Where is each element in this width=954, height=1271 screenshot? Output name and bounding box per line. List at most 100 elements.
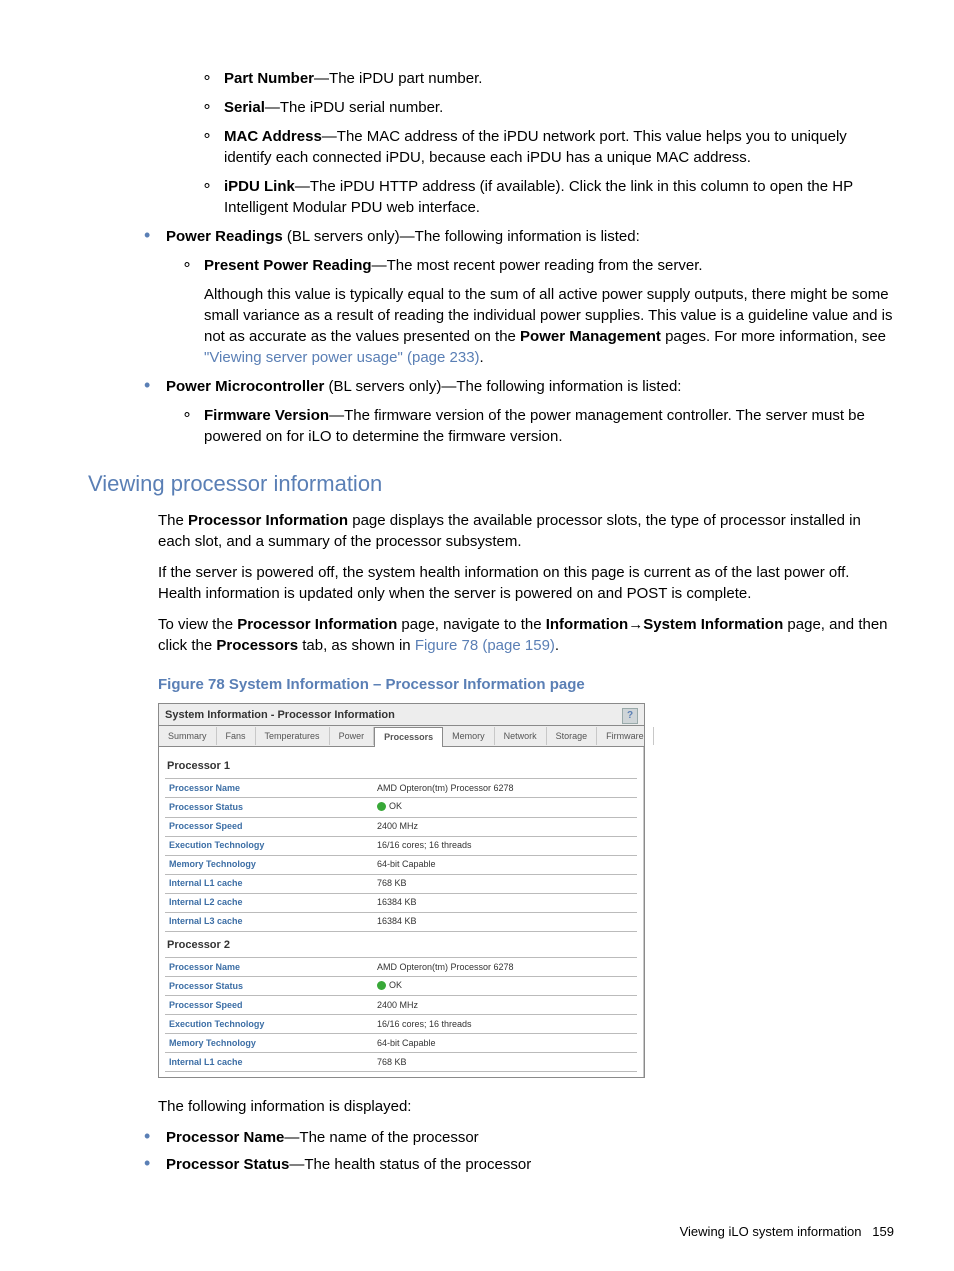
tab-temperatures[interactable]: Temperatures	[256, 727, 330, 746]
desc: —The name of the processor	[284, 1129, 478, 1146]
table-row: Processor Speed2400 MHz	[165, 817, 637, 836]
table-row: Internal L1 cache768 KB	[165, 874, 637, 893]
desc: —The iPDU part number.	[314, 70, 482, 87]
row-label: Internal L3 cache	[165, 912, 373, 931]
row-value: 64-bit Capable	[373, 1034, 637, 1053]
term: Serial	[224, 99, 265, 116]
tab-memory[interactable]: Memory	[443, 727, 495, 746]
term: Part Number	[224, 70, 314, 87]
para-mid: pages. For more information, see	[661, 328, 886, 345]
row-label: Internal L1 cache	[165, 874, 373, 893]
term: Processor Status	[166, 1156, 289, 1173]
desc: —The iPDU HTTP address (if available). C…	[224, 178, 853, 216]
row-label: Internal L2 cache	[165, 893, 373, 912]
row-label: Internal L1 cache	[165, 1053, 373, 1072]
section-heading: Viewing processor information	[88, 469, 894, 500]
bullet-ipdu-link: iPDU Link—The iPDU HTTP address (if avai…	[224, 176, 894, 218]
row-value: 2400 MHz	[373, 817, 637, 836]
figure-screenshot: System Information - Processor Informati…	[158, 703, 645, 1078]
desc: —The iPDU serial number.	[265, 99, 443, 116]
term: Processor Name	[166, 1129, 284, 1146]
paragraph-1: The Processor Information page displays …	[158, 510, 894, 552]
bullet-power-microcontroller: Power Microcontroller (BL servers only)—…	[166, 376, 894, 447]
row-label: Processor Status	[165, 798, 373, 817]
table-row: Internal L2 cache16384 KB	[165, 893, 637, 912]
desc: —The health status of the processor	[289, 1156, 531, 1173]
bullet-part-number: Part Number—The iPDU part number.	[224, 68, 894, 89]
paragraph-2: If the server is powered off, the system…	[158, 562, 894, 604]
table-row: Internal L3 cache16384 KB	[165, 912, 637, 931]
processor-table: Processor NameAMD Opteron(tm) Processor …	[165, 958, 637, 1077]
figure-caption: Figure 78 System Information – Processor…	[158, 674, 894, 695]
tab-storage[interactable]: Storage	[547, 727, 598, 746]
table-row: Memory Technology64-bit Capable	[165, 855, 637, 874]
table-row: Processor NameAMD Opteron(tm) Processor …	[165, 779, 637, 798]
bullet-present-power-reading: Present Power Reading—The most recent po…	[204, 255, 894, 368]
row-label: Internal L2 cache	[165, 1072, 373, 1077]
row-value: AMD Opteron(tm) Processor 6278	[373, 779, 637, 798]
processor-heading: Processor 2	[165, 932, 637, 958]
row-label: Processor Speed	[165, 996, 373, 1015]
desc: (BL servers only)—The following informat…	[283, 228, 640, 245]
bullet-power-readings: Power Readings (BL servers only)—The fol…	[166, 226, 894, 368]
table-row: Processor Speed2400 MHz	[165, 996, 637, 1015]
desc: (BL servers only)—The following informat…	[324, 378, 681, 395]
scrollbar[interactable]: ▴ ▾	[643, 747, 644, 1077]
row-value: 64-bit Capable	[373, 855, 637, 874]
row-label: Processor Status	[165, 976, 373, 995]
para-end: .	[480, 349, 484, 366]
tabs: Summary Fans Temperatures Power Processo…	[159, 726, 644, 747]
row-label: Execution Technology	[165, 1015, 373, 1034]
para-bold: Power Management	[520, 328, 661, 345]
row-value: OK	[373, 798, 637, 817]
row-value: 768 KB	[373, 1053, 637, 1072]
paragraph-3: To view the Processor Information page, …	[158, 614, 894, 656]
post-paragraph: The following information is displayed:	[158, 1096, 894, 1117]
page-footer: Viewing iLO system information 159	[680, 1223, 894, 1241]
row-label: Memory Technology	[165, 855, 373, 874]
row-label: Execution Technology	[165, 836, 373, 855]
bullet-serial: Serial—The iPDU serial number.	[224, 97, 894, 118]
term: Power Readings	[166, 228, 283, 245]
row-label: Processor Name	[165, 779, 373, 798]
table-row: Internal L1 cache768 KB	[165, 1053, 637, 1072]
row-value: 16/16 cores; 16 threads	[373, 836, 637, 855]
term: Power Microcontroller	[166, 378, 324, 395]
table-row: Processor Status OK	[165, 976, 637, 995]
table-row: Execution Technology16/16 cores; 16 thre…	[165, 1015, 637, 1034]
tab-fans[interactable]: Fans	[217, 727, 256, 746]
term: iPDU Link	[224, 178, 295, 195]
bullet-processor-status: Processor Status—The health status of th…	[166, 1154, 894, 1175]
bullet-mac-address: MAC Address—The MAC address of the iPDU …	[224, 126, 894, 168]
row-value: 16384 KB	[373, 1072, 637, 1077]
table-row: Processor NameAMD Opteron(tm) Processor …	[165, 958, 637, 977]
link-figure-78[interactable]: Figure 78 (page 159)	[415, 637, 555, 654]
table-row: Execution Technology16/16 cores; 16 thre…	[165, 836, 637, 855]
row-label: Processor Speed	[165, 817, 373, 836]
tab-network[interactable]: Network	[495, 727, 547, 746]
link-power-usage[interactable]: "Viewing server power usage" (page 233)	[204, 349, 480, 366]
term: Present Power Reading	[204, 257, 372, 274]
shot-title: System Information - Processor Informati…	[165, 708, 395, 723]
row-value: OK	[373, 976, 637, 995]
table-row: Processor Status OK	[165, 798, 637, 817]
row-value: 16384 KB	[373, 893, 637, 912]
tab-processors[interactable]: Processors	[374, 727, 443, 747]
processor-table: Processor NameAMD Opteron(tm) Processor …	[165, 779, 637, 931]
table-row: Internal L2 cache16384 KB	[165, 1072, 637, 1077]
desc: —The most recent power reading from the …	[372, 257, 703, 274]
row-value: 16384 KB	[373, 912, 637, 931]
tab-power[interactable]: Power	[330, 727, 375, 746]
row-value: 768 KB	[373, 874, 637, 893]
footer-text: Viewing iLO system information	[680, 1224, 862, 1239]
tab-firmware[interactable]: Firmware	[597, 727, 654, 746]
status-ok-icon: OK	[377, 979, 402, 992]
footer-page: 159	[872, 1224, 894, 1239]
help-icon[interactable]: ?	[622, 708, 638, 724]
row-value: AMD Opteron(tm) Processor 6278	[373, 958, 637, 977]
status-ok-icon: OK	[377, 800, 402, 813]
row-value: 2400 MHz	[373, 996, 637, 1015]
row-value: 16/16 cores; 16 threads	[373, 1015, 637, 1034]
tab-summary[interactable]: Summary	[159, 727, 217, 746]
bullet-processor-name: Processor Name—The name of the processor	[166, 1127, 894, 1148]
